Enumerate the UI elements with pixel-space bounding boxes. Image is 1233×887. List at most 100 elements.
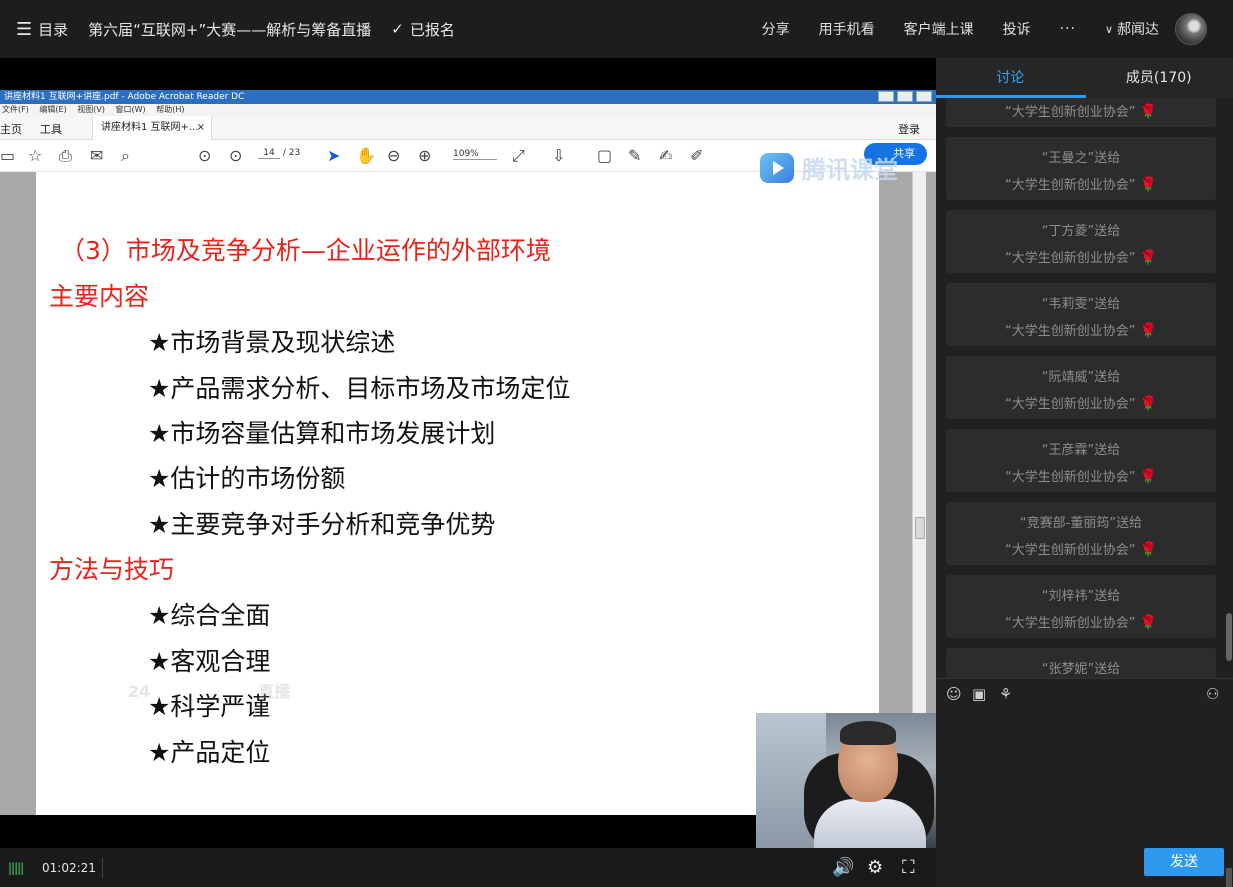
share-link[interactable]: 分享 [762, 19, 790, 39]
mobile-watch-link[interactable]: 用手机看 [819, 19, 875, 39]
ghost-watermark: 24 直播 [128, 682, 291, 701]
discussion-feed: “大学生创新创业协会” 🌹 “王曼之”送给 “大学生创新创业协会” 🌹 “丁方菱… [936, 98, 1233, 678]
player-controls: ||||| 01:02:21 🔊 ⚙ ⛶ [0, 848, 936, 887]
doc-tab-label: 讲座材料1 互联网+... [101, 122, 199, 133]
divider [102, 858, 103, 878]
tab-members[interactable]: 成员(170) [1085, 58, 1233, 98]
user-menu[interactable]: ∨ 郝闻达 [1105, 19, 1159, 39]
slide-bullet: ★客观合理 [148, 647, 271, 676]
elapsed-time: 01:02:21 [42, 861, 96, 875]
close-icon [916, 91, 932, 102]
input-toolbar: ☺ ▣ ⚘ ⚇ [936, 678, 1233, 708]
rose-icon: 🌹 [1139, 615, 1158, 631]
image-icon[interactable]: ▣ [972, 685, 986, 703]
gift-message: “大学生创新创业协会” 🌹 [946, 98, 1216, 127]
tencent-classroom-watermark: 腾讯课堂 [760, 150, 898, 185]
complain-link[interactable]: 投诉 [1003, 19, 1031, 39]
page-up-icon: ⊙ [198, 146, 212, 165]
slide-bullet: ★估计的市场份额 [148, 464, 346, 493]
client-class-link[interactable]: 客户端上课 [904, 19, 974, 39]
maximize-icon [897, 91, 913, 102]
gift-message: “竞赛部-董丽筠”送给 “大学生创新创业协会” 🌹 [946, 502, 1216, 565]
rose-icon: 🌹 [1139, 250, 1158, 266]
registered-status: ✓ 已报名 [391, 19, 455, 40]
top-bar: ☰ 目录 第六届“互联网+”大赛——解析与筹备直播 ✓ 已报名 分享 用手机看 … [0, 0, 1233, 58]
login-link: 登录 [898, 123, 920, 136]
rose-icon: 🌹 [1139, 469, 1158, 485]
gift-message: “韦莉雯”送给 “大学生创新创业协会” 🌹 [946, 283, 1216, 346]
slide-bullet: ★产品定位 [148, 738, 271, 767]
gift-message: “阮靖威”送给 “大学生创新创业协会” 🌹 [946, 356, 1216, 419]
teacher-camera-feed [756, 713, 936, 848]
minimize-icon [878, 91, 894, 102]
pen-icon: ✎ [628, 146, 642, 165]
gift-message: “王曼之”送给 “大学生创新创业协会” 🌹 [946, 137, 1216, 200]
print-icon: ⎙ [59, 146, 72, 165]
settings-gear-icon[interactable]: ⚙ [867, 857, 883, 878]
gift-message: “丁方菱”送给 “大学生创新创业协会” 🌹 [946, 210, 1216, 273]
slide-heading: （3）市场及竞争分析—企业运作的外部环境 [60, 236, 551, 265]
fullscreen-icon[interactable]: ⛶ [902, 857, 915, 878]
fit-page-icon: ⤢ [512, 146, 525, 165]
slide-bullet: ★市场容量估算和市场发展计划 [148, 419, 496, 448]
gift-message: “王彦霖”送给 “大学生创新创业协会” 🌹 [946, 429, 1216, 492]
user-name: 郝闻达 [1117, 22, 1159, 38]
zoom-search-icon: ⌕ [121, 146, 130, 165]
close-tab-icon: × [196, 122, 205, 133]
window-buttons [875, 91, 932, 102]
slide-bullet: ★综合全面 [148, 601, 271, 630]
hand-icon: ✋ [356, 146, 376, 165]
feed-scrollbar[interactable] [1226, 613, 1232, 661]
avatar[interactable] [1175, 13, 1207, 45]
live-video-stage: 讲座材料1 互联网+讲座.pdf - Adobe Acrobat Reader … [0, 58, 936, 848]
menu-view: 视图(V) [77, 105, 105, 114]
volume-icon[interactable]: 🔊 [832, 857, 854, 878]
fill-sign-icon: ✐ [690, 146, 704, 165]
scroll-mode-icon: ⇩ [552, 146, 566, 165]
course-title: 第六届“互联网+”大赛——解析与筹备直播 [88, 20, 372, 39]
star-icon: ☆ [28, 146, 43, 165]
menu-file: 文件(F) [2, 105, 29, 114]
acrobat-titlebar: 讲座材料1 互联网+讲座.pdf - Adobe Acrobat Reader … [0, 90, 936, 104]
tab-discussion[interactable]: 讨论 [936, 58, 1085, 98]
menu-window: 窗口(W) [115, 105, 146, 114]
catalog-menu-button[interactable]: ☰ 目录 [16, 19, 68, 40]
zoom-out-icon: ⊖ [387, 146, 401, 165]
gift-message: “张梦妮”送给 [946, 648, 1216, 678]
slide-bullet: ★市场背景及现状综述 [148, 328, 396, 357]
signal-bars-icon: ||||| [8, 861, 24, 875]
send-button[interactable]: 发送 [1144, 848, 1224, 876]
page-total: / 23 [282, 148, 301, 158]
slide-bullet: ★主要竞争对手分析和竞争优势 [148, 510, 496, 539]
slide-section-main-content: 主要内容 [49, 282, 150, 311]
side-panel: 讨论 成员(170) “大学生创新创业协会” 🌹 “王曼之”送给 “大学生创新创… [936, 58, 1233, 887]
menu-help: 帮助(H) [156, 105, 185, 114]
rose-icon: 🌹 [1139, 396, 1158, 412]
menu-edit: 编辑(E) [39, 105, 67, 114]
tab-home: 主页 [0, 123, 22, 136]
acrobat-window: 讲座材料1 互联网+讲座.pdf - Adobe Acrobat Reader … [0, 90, 936, 815]
check-icon: ✓ [391, 20, 404, 38]
panel-tabs: 讨论 成员(170) [936, 58, 1233, 98]
flower-icon[interactable]: ⚘ [999, 685, 1012, 703]
member-icon[interactable]: ⚇ [1206, 685, 1219, 703]
input-scrollbar[interactable] [1226, 868, 1232, 887]
page-down-icon: ⊙ [229, 146, 243, 165]
comment-icon: ▢ [597, 146, 613, 165]
chevron-down-icon: ∨ [1104, 22, 1113, 36]
zoom-in-icon: ⊕ [418, 146, 432, 165]
catalog-label: 目录 [38, 20, 69, 39]
rose-icon: 🌹 [1139, 104, 1158, 120]
watermark-text: 腾讯课堂 [802, 156, 898, 184]
top-actions: 分享 用手机看 客户端上课 投诉 ··· ∨ 郝闻达 [733, 0, 1207, 58]
acrobat-menubar: 文件(F) 编辑(E) 视图(V) 窗口(W) 帮助(H) [0, 104, 936, 116]
tab-tools: 工具 [40, 123, 62, 136]
play-logo-icon [760, 152, 794, 183]
sign-icon: ✍ [659, 146, 673, 165]
more-button[interactable]: ··· [1060, 21, 1076, 37]
emoji-icon[interactable]: ☺ [946, 685, 962, 703]
slide-bullet: ★产品需求分析、目标市场及市场定位 [148, 374, 571, 403]
acrobat-window-title: 讲座材料1 互联网+讲座.pdf - Adobe Acrobat Reader … [4, 92, 245, 102]
rose-icon: 🌹 [1139, 542, 1158, 558]
rose-icon: 🌹 [1139, 323, 1158, 339]
